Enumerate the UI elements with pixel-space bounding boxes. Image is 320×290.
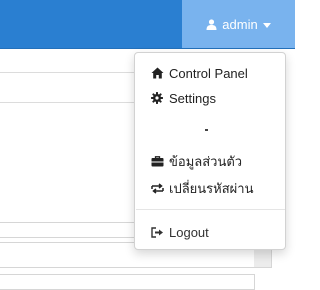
briefcase-icon [151,155,167,167]
menu-item-label: Control Panel [169,65,248,81]
text-field[interactable] [0,274,255,290]
menu-item-profile[interactable]: ข้อมูลส่วนตัว [135,150,285,172]
home-icon [151,67,167,79]
menu-item-change-password[interactable]: เปลี่ยนรหัสผ่าน [135,177,285,199]
exchange-icon [151,182,167,194]
menu-item-control-panel[interactable]: Control Panel [135,62,285,84]
top-navbar: admin [0,0,295,49]
gear-icon [151,92,167,104]
menu-item-label: ข้อมูลส่วนตัว [169,153,243,169]
menu-item-label: Settings [169,90,216,106]
user-menu-toggle[interactable]: admin [182,0,295,48]
menu-artifact [205,129,208,131]
menu-divider [136,209,285,210]
caret-down-icon [262,22,271,28]
user-dropdown-menu: Control Panel Settings ข้อมูลส่วนตัว เปล… [134,52,286,250]
user-name: admin [222,16,258,32]
menu-item-settings[interactable]: Settings [135,87,285,109]
user-icon [206,18,217,30]
menu-item-logout[interactable]: Logout [135,221,285,243]
menu-item-label: Logout [169,224,209,240]
menu-item-label: เปลี่ยนรหัสผ่าน [169,180,254,196]
sign-out-icon [151,226,167,238]
